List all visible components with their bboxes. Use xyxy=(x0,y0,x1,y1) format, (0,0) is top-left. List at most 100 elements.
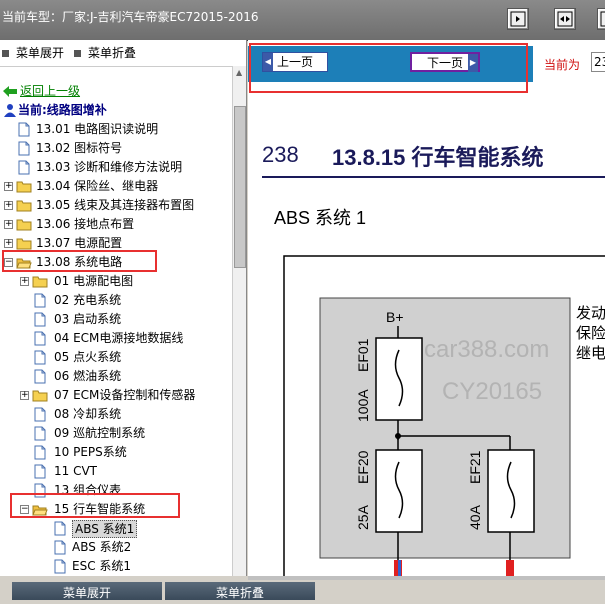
side-text-1: 发动 xyxy=(576,304,605,322)
diagram-subtitle: ABS 系统 1 xyxy=(274,208,367,228)
panel-left-icon xyxy=(510,11,526,27)
section-highlight-box xyxy=(2,250,157,272)
folder-icon xyxy=(16,238,32,250)
layout-right-button[interactable] xyxy=(597,8,605,30)
tree-item[interactable]: 05 点火系统 xyxy=(0,348,232,367)
tree-item[interactable]: +13.04 保险丝、继电器 xyxy=(0,177,232,196)
current-node: 当前:线路图增补 xyxy=(0,101,232,120)
tree-item[interactable]: 11 CVT xyxy=(0,462,232,481)
tree-item-label: 13.02 图标符号 xyxy=(36,141,123,155)
tree-item[interactable]: 13.02 图标符号 xyxy=(0,139,232,158)
tree-item-label: 02 充电系统 xyxy=(54,293,122,307)
page-number-input[interactable]: 23 xyxy=(591,52,605,72)
tree-scrollbar[interactable]: ▲ xyxy=(232,66,246,576)
window-title: 当前车型：厂家:J-吉利汽车帝豪EC72015-2016 xyxy=(2,10,259,24)
square-icon xyxy=(2,50,9,57)
expand-icon[interactable]: + xyxy=(20,277,29,286)
page-number: 238 xyxy=(262,142,299,167)
tree-item[interactable]: 13.03 诊断和维修方法说明 xyxy=(0,158,232,177)
document-icon xyxy=(34,369,46,384)
document-icon xyxy=(54,521,66,536)
expand-icon[interactable]: + xyxy=(4,239,13,248)
tree-item[interactable]: +13.05 线束及其连接器布置图 xyxy=(0,196,232,215)
document-panel: ◀上一页 下一页▶ 当前为 23 238 13.8.15 行车智能系统 ABS … xyxy=(248,40,605,576)
tree-item[interactable]: +13.06 接地点布置 xyxy=(0,215,232,234)
tree-item[interactable]: ABS 系统1 xyxy=(0,519,232,538)
tree-item[interactable]: 06 燃油系统 xyxy=(0,367,232,386)
tree-item[interactable]: +07 ECM设备控制和传感器 xyxy=(0,386,232,405)
scroll-up-icon[interactable]: ▲ xyxy=(236,68,242,77)
fuse-ef20-rating: 25A xyxy=(355,504,371,530)
title-bar: 当前车型：厂家:J-吉利汽车帝豪EC72015-2016 xyxy=(0,0,605,41)
menu-collapse-label: 菜单折叠 xyxy=(88,46,137,60)
tree-item[interactable]: 09 巡航控制系统 xyxy=(0,424,232,443)
back-label: 返回上一级 xyxy=(20,84,81,98)
tree-item[interactable]: ESC 系统1 xyxy=(0,557,232,576)
current-page-label: 当前为 xyxy=(544,58,581,72)
expand-icon[interactable]: + xyxy=(4,201,13,210)
document-icon xyxy=(34,312,46,327)
document-icon xyxy=(34,293,46,308)
folder-icon xyxy=(32,390,48,402)
tree-item-label: 03 启动系统 xyxy=(54,312,122,326)
watermark-line-1: car388.com xyxy=(424,336,550,363)
folder-icon xyxy=(16,219,32,231)
subsection-highlight-box xyxy=(10,493,180,518)
tree-item-label: 13.06 接地点布置 xyxy=(36,217,135,231)
tree-item-label: 11 CVT xyxy=(54,464,98,478)
tree-item[interactable]: 02 充电系统 xyxy=(0,291,232,310)
tree-item-label: 04 ECM电源接地数据线 xyxy=(54,331,184,345)
folder-icon xyxy=(16,181,32,193)
expand-icon[interactable]: + xyxy=(20,391,29,400)
folder-icon xyxy=(16,200,32,212)
current-label: 当前:线路图增补 xyxy=(18,103,107,117)
tree-item[interactable]: 08 冷却系统 xyxy=(0,405,232,424)
bottom-expand-button[interactable]: 菜单展开 xyxy=(12,582,162,600)
tree-item-label: 13.04 保险丝、继电器 xyxy=(36,179,159,193)
person-icon xyxy=(4,104,16,117)
side-text-3: 继电 xyxy=(576,344,605,362)
expand-icon[interactable]: + xyxy=(4,220,13,229)
back-link[interactable]: 返回上一级 xyxy=(0,82,232,101)
tree-item[interactable]: 04 ECM电源接地数据线 xyxy=(0,329,232,348)
tree-item-label: 06 燃油系统 xyxy=(54,369,122,383)
document-icon xyxy=(34,426,46,441)
menu-collapse-link[interactable]: 菜单折叠 xyxy=(74,44,136,61)
tree-item-label: 13.03 诊断和维修方法说明 xyxy=(36,160,183,174)
tree-item[interactable]: +01 电源配电图 xyxy=(0,272,232,291)
menu-expand-link[interactable]: 菜单展开 xyxy=(2,44,64,61)
tree-item-label: 13.01 电路图识读说明 xyxy=(36,122,159,136)
tree-item[interactable]: ABS 系统2 xyxy=(0,538,232,557)
panel-split-icon xyxy=(557,11,573,27)
tree-item-label: ESC 系统1 xyxy=(72,559,132,573)
document-icon xyxy=(34,464,46,479)
tree-item-label: 07 ECM设备控制和传感器 xyxy=(54,388,196,402)
scroll-thumb[interactable] xyxy=(234,106,246,268)
tree-menu-bar: 菜单展开 菜单折叠 xyxy=(0,40,246,67)
watermark-line-2: CY20165 xyxy=(442,378,543,405)
document-icon xyxy=(18,122,30,137)
document-icon xyxy=(54,540,66,555)
layout-left-button[interactable] xyxy=(507,8,529,30)
expand-icon[interactable]: + xyxy=(4,182,13,191)
layout-split-button[interactable] xyxy=(554,8,576,30)
supply-label: B+ xyxy=(386,309,404,325)
section-title: 13.8.15 行车智能系统 xyxy=(332,145,544,170)
wiring-diagram: B+ EF01 100A EF20 25A EF21 40A 发动 保险 继电 xyxy=(283,255,605,576)
nav-highlight-box xyxy=(249,43,528,93)
tree-item-label: 10 PEPS系统 xyxy=(54,445,127,459)
tree-item[interactable]: 13.01 电路图识读说明 xyxy=(0,120,232,139)
square-icon xyxy=(74,50,81,57)
tree-item-label: ABS 系统1 xyxy=(72,520,138,538)
back-arrow-icon xyxy=(3,86,17,97)
tree-item-label: 13.05 线束及其连接器布置图 xyxy=(36,198,195,212)
tree-item[interactable]: 03 启动系统 xyxy=(0,310,232,329)
menu-expand-label: 菜单展开 xyxy=(16,46,65,60)
document-icon xyxy=(18,141,30,156)
tree-item[interactable]: 10 PEPS系统 xyxy=(0,443,232,462)
side-text-2: 保险 xyxy=(576,324,605,342)
bottom-collapse-button[interactable]: 菜单折叠 xyxy=(165,582,315,600)
bottom-bar: 菜单展开 菜单折叠 xyxy=(0,580,605,600)
tree-item-label: 09 巡航控制系统 xyxy=(54,426,146,440)
fuse-ef20-id: EF20 xyxy=(355,450,371,484)
